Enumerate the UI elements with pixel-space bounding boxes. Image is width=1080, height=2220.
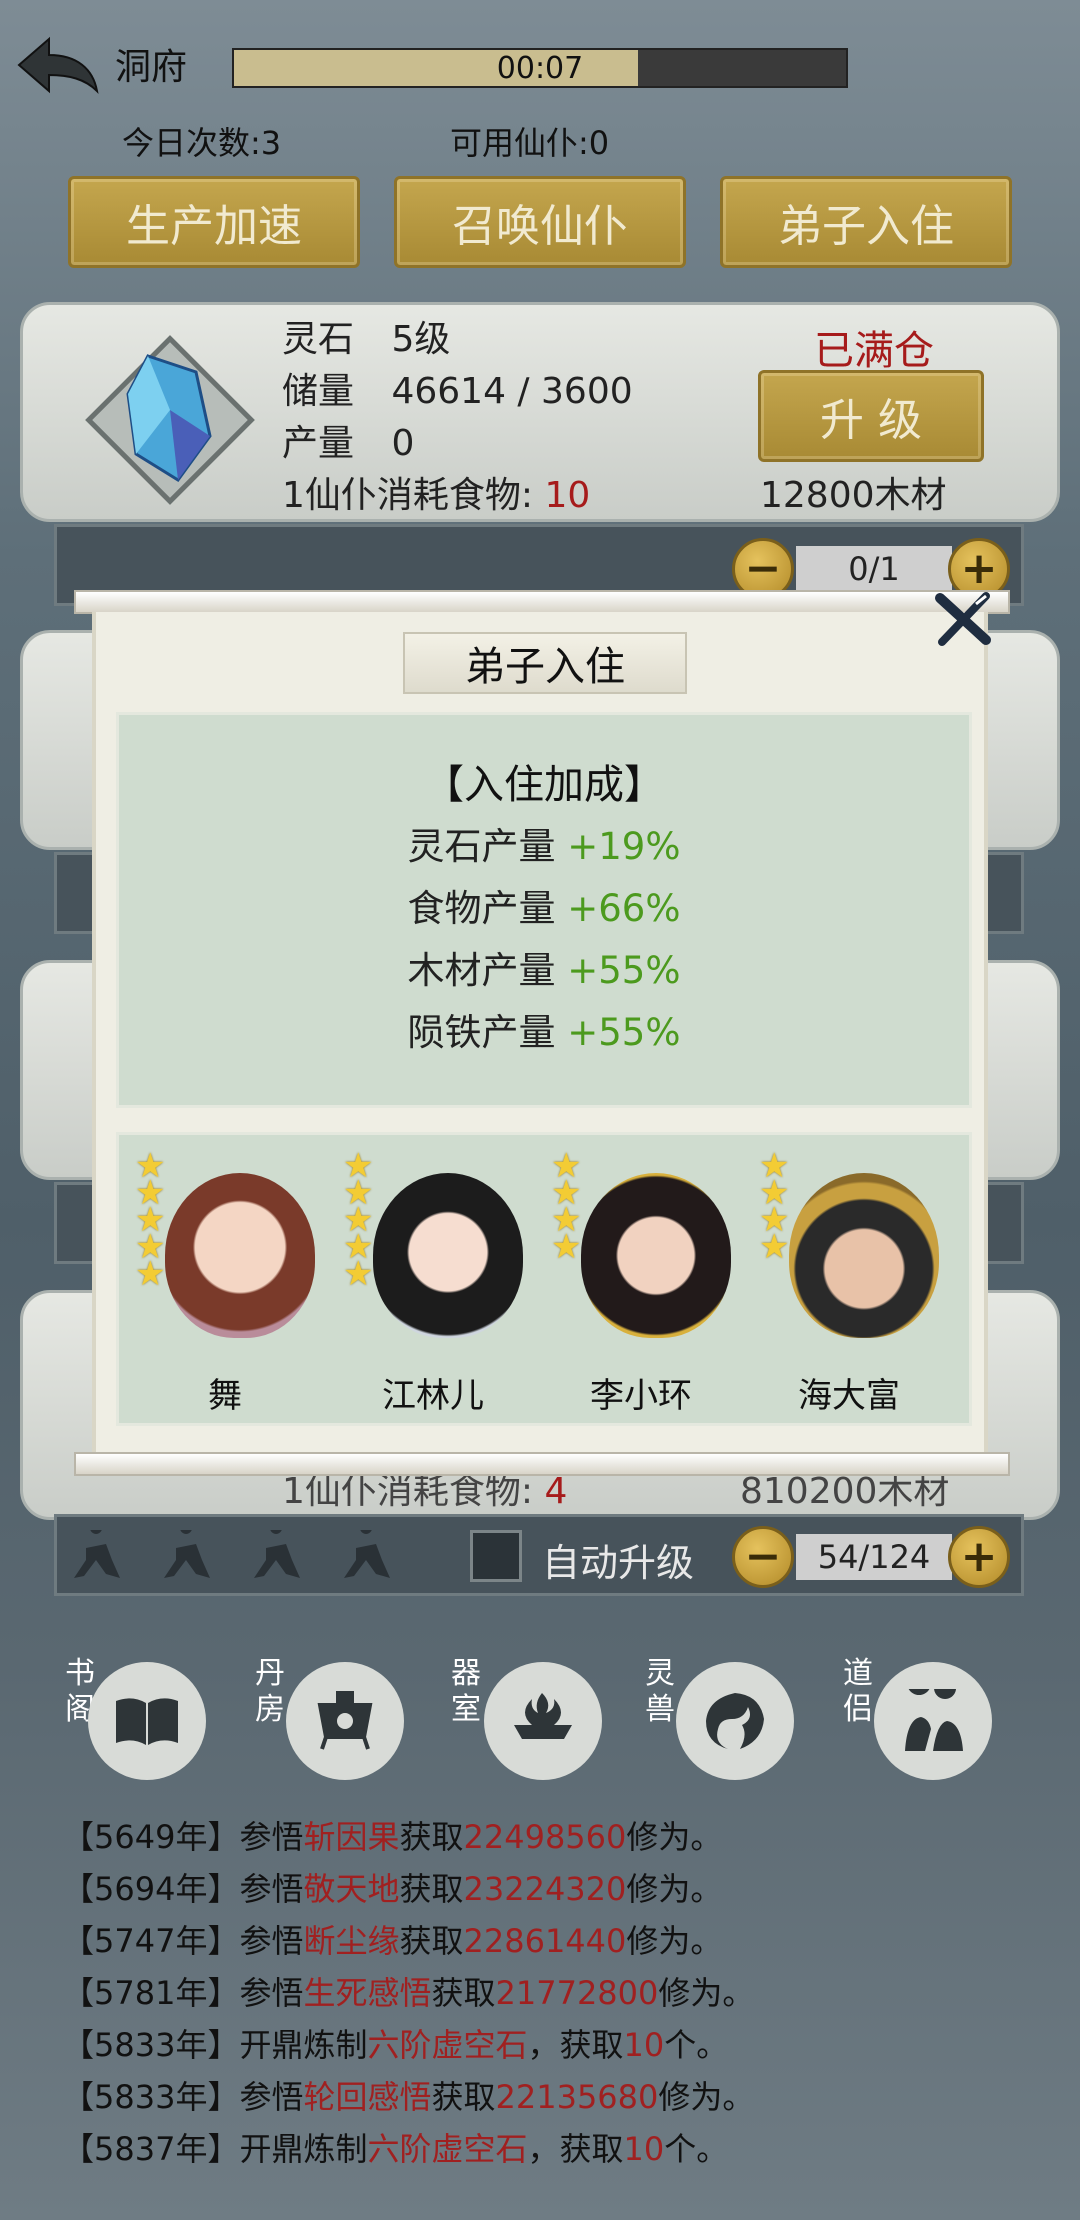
storage-full-status: 已满仓 [814,328,934,374]
log-entry: 【5694年】参悟敬天地获取23224320修为。 [62,1870,723,1908]
nav-alchemy-button[interactable] [286,1662,404,1780]
output-value: 0 [391,423,415,464]
modal-title-banner: 弟子入住 [380,628,710,698]
disciple-card[interactable]: ★ ★ ★ ★ ★ 舞 [135,1143,315,1423]
disciple-card[interactable]: ★ ★ ★ ★ ★ 江林儿 [343,1143,523,1423]
star-rating: ★ ★ ★ ★ ★ [343,1149,374,1294]
timer-text: 00:07 [496,50,584,86]
nav-partner-button[interactable] [874,1662,992,1780]
servant-silhouette-icon [74,1530,120,1578]
servant-counter: 0/1 [796,546,952,592]
consume-value: 10 [544,475,591,516]
iron-consume-label: 1仙仆消耗食物: [282,1471,534,1512]
nav-forge-button[interactable] [484,1662,602,1780]
bonus-row: 灵石产量 +19% [116,816,972,870]
bonus-label: 陨铁产量 [407,1011,556,1054]
servant-silhouette-icon [344,1530,390,1578]
bonus-value: +55% [567,1011,681,1054]
log-entry: 【5649年】参悟斩因果获取22498560修为。 [62,1818,723,1856]
bonus-heading: 【入住加成】 [424,762,664,808]
servant-silhouette-icon [254,1530,300,1578]
nav-study-button[interactable] [88,1662,206,1780]
cauldron-icon [317,1691,373,1750]
consume-label: 1仙仆消耗食物: [282,475,534,516]
bonus-value: +55% [567,949,681,992]
servant-silhouette-icon [164,1530,210,1578]
star-rating: ★ ★ ★ ★ ★ [135,1149,166,1294]
nav-tag-forge: 器室 [451,1656,481,1727]
bonus-value: +19% [567,825,681,868]
disciple-name: 海大富 [798,1376,900,1416]
portrait-wu [165,1173,315,1338]
upgrade-cost: 12800木材 [760,475,947,516]
auto-minus-button[interactable]: − [732,1526,794,1588]
star-rating: ★ ★ ★ ★ [551,1149,582,1267]
modal-top-rod [74,590,1010,614]
building-name: 灵石 [282,319,355,360]
production-timer-bar: 00:07 [232,48,848,88]
disciple-name: 李小环 [590,1376,692,1416]
back-button[interactable] [8,30,108,100]
auto-upgrade-label: 自动升级 [542,1541,695,1585]
disciple-card[interactable]: ★ ★ ★ ★ 李小环 [551,1143,731,1423]
bonus-row: 陨铁产量 +55% [116,1002,972,1056]
log-entry: 【5781年】参悟生死感悟获取21772800修为。 [62,1974,755,2012]
bonus-row: 食物产量 +66% [116,878,972,932]
couple-icon [905,1689,963,1751]
log-entry: 【5747年】参悟断尘缘获取22861440修为。 [62,1922,723,1960]
portrait-li-xiaohuan [581,1173,731,1338]
back-arrow-icon [17,36,99,94]
disciple-card[interactable]: ★ ★ ★ ★ 海大富 [759,1143,939,1423]
star-icon: ★ [551,1227,582,1267]
page-title: 洞府 [115,47,188,88]
iron-consume-value: 4 [544,1471,568,1512]
bonus-label: 食物产量 [407,887,556,930]
available-servants: 可用仙仆:0 [450,124,610,162]
auto-upgrade-checkbox[interactable] [470,1530,522,1582]
star-rating: ★ ★ ★ ★ [759,1149,790,1267]
disciple-name: 舞 [208,1376,242,1416]
disciple-residence-button[interactable]: 弟子入住 [720,176,1012,268]
building-level: 5级 [391,319,451,360]
disciple-name: 江林儿 [382,1376,484,1416]
modal-bottom-rod [74,1452,1010,1476]
portrait-jiang-liner [373,1173,523,1338]
today-count: 今日次数:3 [122,124,282,162]
bonus-label: 木材产量 [407,949,556,992]
bonus-value: +66% [567,887,681,930]
phoenix-icon [706,1693,764,1749]
nav-beast-button[interactable] [676,1662,794,1780]
auto-servant-counter: 54/124 [796,1534,952,1580]
star-icon: ★ [135,1254,166,1294]
servant-silhouettes [66,1528,446,1584]
spirit-stone-icon [85,335,255,505]
modal-title: 弟子入住 [403,632,687,694]
disciple-list: ★ ★ ★ ★ ★ 舞 ★ ★ ★ ★ ★ 江林儿 ★ ★ ★ ★ 李小环 ★ [116,1132,972,1426]
speedup-button[interactable]: 生产加速 [68,176,360,268]
close-icon [935,592,991,646]
storage-value: 46614 / 3600 [391,371,633,412]
star-icon: ★ [759,1227,790,1267]
summon-servant-button[interactable]: 召唤仙仆 [394,176,686,268]
log-entry: 【5833年】参悟轮回感悟获取22135680修为。 [62,2078,755,2116]
log-entry: 【5833年】开鼎炼制六阶虚空石，获取10个。 [62,2026,729,2064]
portrait-hai-dafu [789,1173,939,1338]
output-label: 产量 [282,423,355,464]
storage-label: 储量 [282,371,355,412]
forge-icon [514,1693,572,1749]
log-entry: 【5837年】开鼎炼制六阶虚空石，获取10个。 [62,2130,729,2168]
star-icon: ★ [343,1254,374,1294]
bonus-row: 木材产量 +55% [116,940,972,994]
bonus-label: 灵石产量 [407,825,556,868]
book-icon [116,1698,178,1745]
auto-plus-button[interactable]: + [948,1526,1010,1588]
upgrade-button[interactable]: 升 级 [758,370,984,462]
close-button[interactable] [932,588,994,650]
